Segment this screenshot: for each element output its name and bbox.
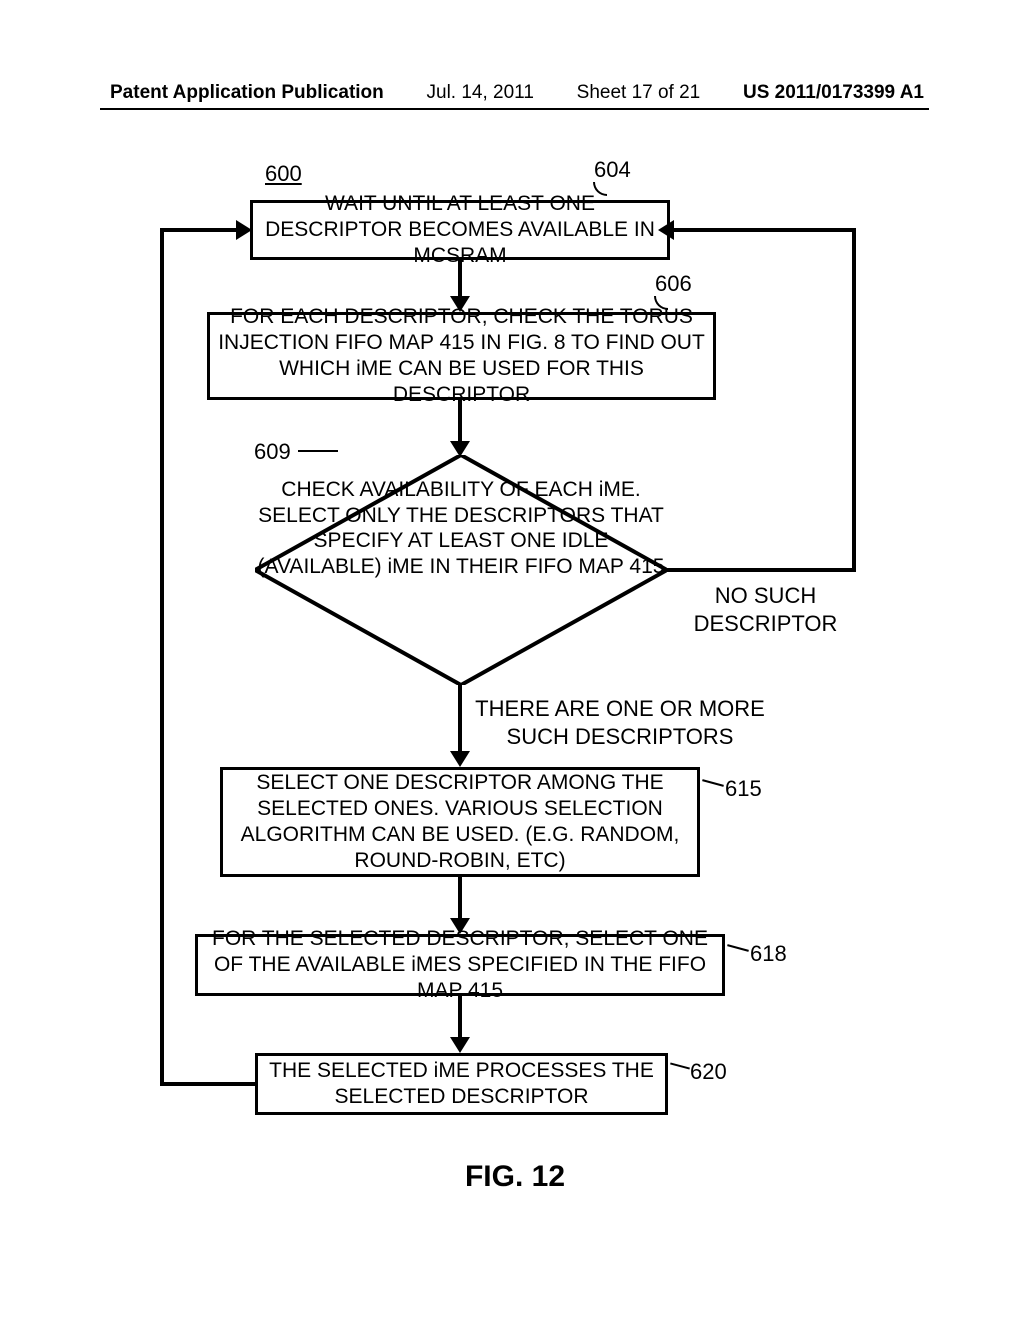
flowchart: 600 604 WAIT UNTIL AT LEAST ONE DESCRIPT…	[150, 140, 880, 1190]
arrow-609-615	[458, 685, 462, 755]
no-branch-h1	[666, 568, 856, 572]
hdr-publication: Patent Application Publication	[110, 82, 384, 104]
arrowhead-609-615	[450, 751, 470, 767]
branch-no-descriptor: NO SUCH DESCRIPTOR	[683, 582, 848, 637]
no-branch-v	[852, 228, 856, 572]
header-rule	[100, 108, 929, 110]
ref-604: 604	[594, 156, 631, 184]
branch-yes-descriptors: THERE ARE ONE OR MORE SUCH DESCRIPTORS	[460, 695, 780, 750]
step-select-descriptor: SELECT ONE DESCRIPTOR AMONG THE SELECTED…	[220, 767, 700, 877]
ref-620-lead	[670, 1062, 690, 1069]
hdr-appno: US 2011/0173399 A1	[743, 82, 924, 104]
ref-615: 615	[725, 775, 762, 803]
step-wait-descriptor: WAIT UNTIL AT LEAST ONE DESCRIPTOR BECOM…	[250, 200, 670, 260]
arrowhead-618-620	[450, 1037, 470, 1053]
decision-text: CHECK AVAILABILITY OF EACH iME. SELECT O…	[255, 477, 667, 579]
decision-check-availability: CHECK AVAILABILITY OF EACH iME. SELECT O…	[255, 455, 667, 685]
hdr-date: Jul. 14, 2011	[427, 82, 534, 104]
no-branch-h2	[670, 228, 856, 232]
ref-600: 600	[265, 160, 302, 188]
ref-618-lead	[727, 944, 749, 952]
step-select-ime: FOR THE SELECTED DESCRIPTOR, SELECT ONE …	[195, 934, 725, 996]
ref-606: 606	[655, 270, 692, 298]
loop-v	[160, 228, 164, 1086]
arrow-618-620	[458, 996, 462, 1041]
page-header: Patent Application Publication Jul. 14, …	[110, 82, 924, 104]
step-check-fifo-map: FOR EACH DESCRIPTOR, CHECK THE TORUS INJ…	[207, 312, 716, 400]
arrow-615-618	[458, 877, 462, 922]
loop-h1	[160, 1082, 255, 1086]
arrow-604-606	[458, 260, 462, 300]
ref-609-lead	[298, 450, 338, 452]
arrow-606-609	[458, 400, 462, 445]
loop-h2	[160, 228, 238, 232]
loop-arrowhead	[236, 220, 252, 240]
no-branch-arrowhead	[658, 220, 674, 240]
figure-label: FIG. 12	[150, 1160, 880, 1194]
hdr-sheet: Sheet 17 of 21	[577, 82, 701, 104]
step-process-descriptor: THE SELECTED iME PROCESSES THE SELECTED …	[255, 1053, 668, 1115]
ref-620: 620	[690, 1058, 727, 1086]
ref-615-lead	[702, 779, 724, 787]
ref-618: 618	[750, 940, 787, 968]
